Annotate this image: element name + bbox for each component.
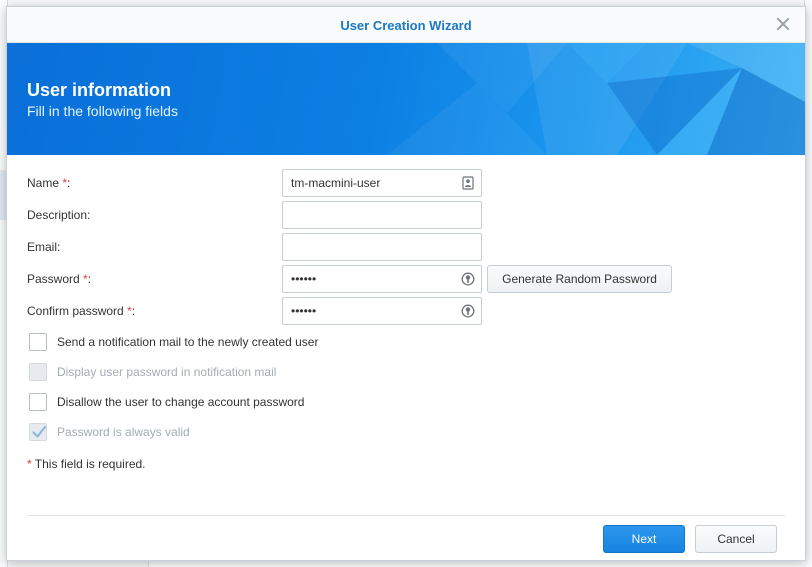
password-label: Password *: xyxy=(27,272,92,286)
confirm-password-field[interactable]: •••••• xyxy=(282,297,482,325)
name-field[interactable]: tm-macmini-user xyxy=(282,169,482,197)
confirm-password-row: Confirm password *: •••••• xyxy=(27,297,787,325)
checkmark-icon xyxy=(32,425,47,438)
cancel-button[interactable]: Cancel xyxy=(695,525,777,553)
confirm-password-label: Confirm password *: xyxy=(27,304,136,318)
banner-title: User information xyxy=(27,80,172,100)
password-value: •••••• xyxy=(291,272,317,286)
email-row: Email: xyxy=(27,233,787,261)
checkbox-label: Password is always valid xyxy=(57,425,190,439)
dialog-title: User Creation Wizard xyxy=(340,18,472,33)
password-strength-icon[interactable] xyxy=(461,272,475,286)
checkbox-box xyxy=(29,363,47,381)
name-value: tm-macmini-user xyxy=(291,176,381,190)
password-field[interactable]: •••••• xyxy=(282,265,482,293)
name-row: Name *: tm-macmini-user xyxy=(27,169,787,197)
display-password-checkbox: Display user password in notification ma… xyxy=(27,363,627,383)
password-row: Password *: •••••• Generate Random Passw… xyxy=(27,265,787,293)
background-footer xyxy=(148,561,812,567)
close-icon[interactable] xyxy=(775,16,791,32)
checkbox-box[interactable] xyxy=(29,333,47,351)
name-label: Name *: xyxy=(27,176,71,190)
password-strength-icon[interactable] xyxy=(461,304,475,318)
next-button[interactable]: Next xyxy=(603,525,685,553)
banner-subtitle: Fill in the following fields xyxy=(27,103,178,119)
required-field-note: * This field is required. xyxy=(27,457,146,471)
contact-card-icon[interactable] xyxy=(461,176,475,190)
user-creation-dialog: User Creation Wizard User information Fi… xyxy=(6,6,806,561)
description-field[interactable] xyxy=(282,201,482,229)
footer-divider xyxy=(27,515,785,516)
checkbox-label: Send a notification mail to the newly cr… xyxy=(57,335,319,349)
checkbox-box xyxy=(29,423,47,441)
email-label: Email: xyxy=(27,240,61,254)
confirm-password-value: •••••• xyxy=(291,304,317,318)
email-field[interactable] xyxy=(282,233,482,261)
generate-random-password-button[interactable]: Generate Random Password xyxy=(487,265,672,293)
description-label: Description: xyxy=(27,208,91,222)
checkbox-label: Disallow the user to change account pass… xyxy=(57,395,305,409)
dialog-titlebar: User Creation Wizard xyxy=(7,7,805,43)
send-notification-checkbox[interactable]: Send a notification mail to the newly cr… xyxy=(27,333,627,353)
checkbox-label: Display user password in notification ma… xyxy=(57,365,277,379)
wizard-banner: User information Fill in the following f… xyxy=(7,43,805,155)
description-row: Description: xyxy=(27,201,787,229)
checkbox-box[interactable] xyxy=(29,393,47,411)
disallow-password-change-checkbox[interactable]: Disallow the user to change account pass… xyxy=(27,393,627,413)
password-always-valid-checkbox: Password is always valid xyxy=(27,423,627,443)
